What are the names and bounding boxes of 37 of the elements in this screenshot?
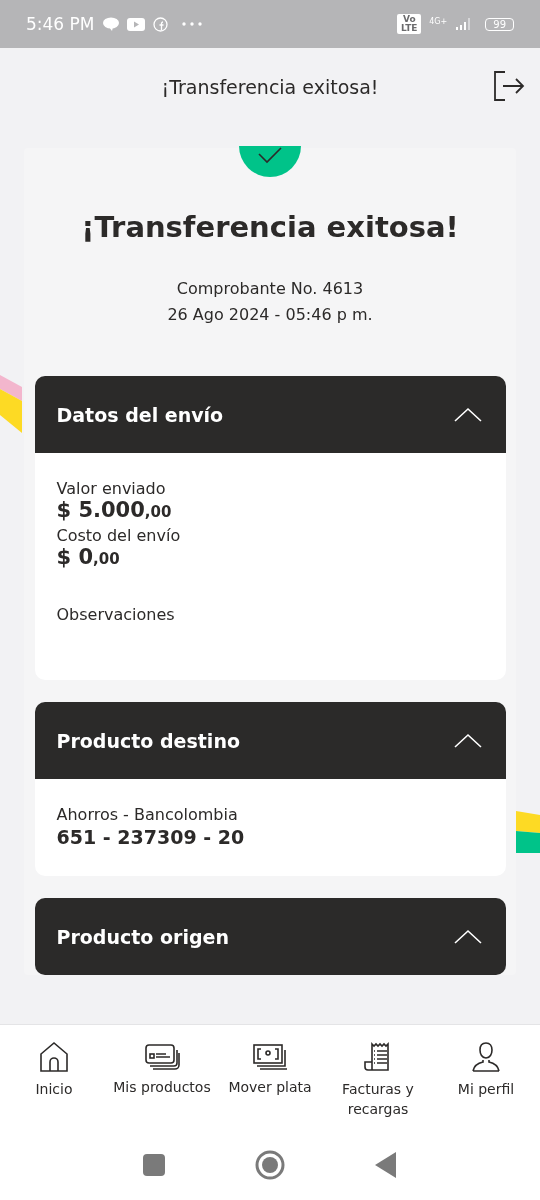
video-icon — [126, 17, 145, 31]
nav-tab[interactable]: Facturas y recargas — [324, 1041, 432, 1130]
banknote-icon — [252, 1041, 288, 1071]
section-header[interactable]: Producto destino — [34, 702, 506, 779]
recents-icon[interactable] — [143, 1154, 165, 1176]
cards-icon — [144, 1041, 180, 1071]
more-icon — [181, 22, 202, 26]
home-icon — [39, 1041, 69, 1073]
field-label: Valor enviado — [56, 479, 166, 498]
status-time: 5:46 PM — [26, 14, 95, 34]
logout-icon[interactable] — [491, 70, 525, 102]
field-label: Observaciones — [56, 605, 175, 624]
nav-tab[interactable]: Mis productos — [108, 1041, 216, 1130]
nav-tab[interactable]: Inicio — [0, 1041, 108, 1130]
field-label: Ahorros - Bancolombia — [56, 805, 238, 824]
voucher-number: Comprobante No. 4613 — [176, 278, 364, 300]
volte-badge: Vo LTE — [397, 14, 422, 34]
amount-value: $ 5.000,00 — [56, 498, 172, 522]
battery-level: 99 — [485, 17, 514, 31]
amount-value: $ 0,00 — [56, 545, 120, 569]
network-type: 4G+ — [429, 17, 448, 26]
section-header[interactable]: Datos del envío — [34, 376, 506, 453]
chat-icon — [102, 17, 119, 31]
field-label: Costo del envío — [56, 526, 181, 545]
signal-icon — [455, 17, 472, 31]
transfer-date: 26 Ago 2024 - 05:46 p m. — [167, 304, 373, 326]
decoration-stripes — [0, 375, 24, 435]
back-icon[interactable] — [375, 1152, 397, 1178]
social-icon — [152, 16, 168, 32]
home-button-icon[interactable] — [255, 1150, 285, 1180]
section-header[interactable]: Producto origen — [34, 898, 506, 975]
user-icon — [470, 1041, 502, 1073]
nav-tab[interactable]: Mover plata — [216, 1041, 324, 1130]
header-title: ¡Transferencia exitosa! — [161, 75, 379, 98]
success-title: ¡Transferencia exitosa! — [81, 210, 459, 244]
nav-tab[interactable]: Mi perfil — [432, 1041, 540, 1130]
account-number: 651 - 237309 - 20 — [56, 826, 245, 848]
